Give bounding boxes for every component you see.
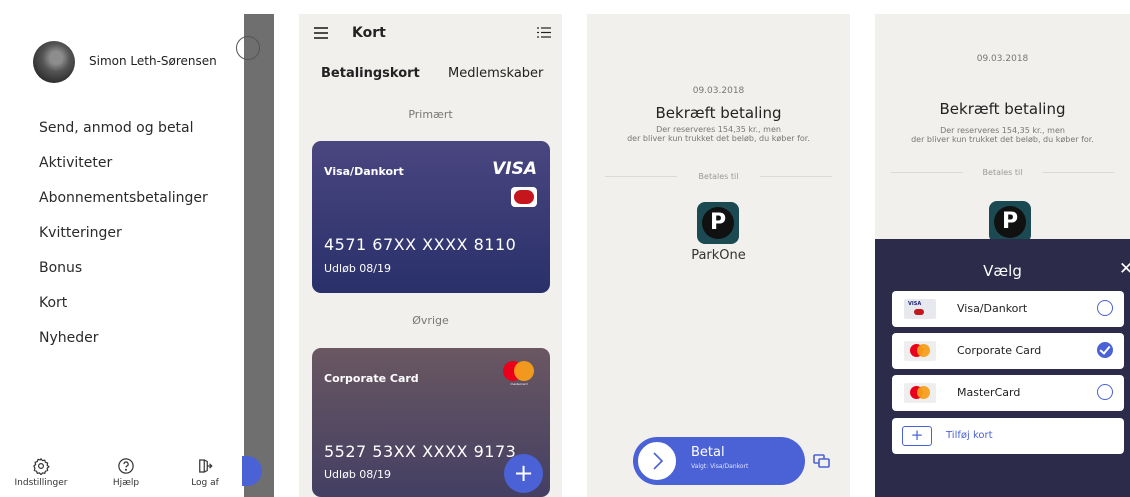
drawer-menu: Send, anmod og betal Aktiviteter Abonnem… (39, 118, 208, 363)
reservation-note-line: Der reserveres 154,35 kr., men (656, 125, 781, 134)
radio-button[interactable] (1097, 384, 1113, 400)
choose-card-screen: 09.03.2018 Bekræft betaling Der reserver… (875, 14, 1130, 497)
card-name: Visa/Dankort (324, 165, 404, 178)
tab-payment-cards[interactable]: Betalingskort (321, 66, 420, 81)
radio-button-checked[interactable] (1097, 342, 1113, 358)
reservation-note: Der reserveres 154,35 kr., men der blive… (587, 125, 850, 143)
user-name: Simon Leth-Sørensen (89, 54, 217, 68)
logout-icon (199, 459, 213, 473)
payment-date: 09.03.2018 (692, 86, 745, 96)
option-mastercard[interactable]: MasterCard (892, 375, 1124, 411)
cards-screen: Kort Betalingskort Medlemskaber Primært … (299, 14, 562, 497)
dankort-logo-icon (511, 187, 537, 207)
menu-item-bonus[interactable]: Bonus (39, 258, 208, 293)
chevron-right-icon (653, 452, 664, 470)
pay-to-label: Betales til (982, 168, 1023, 177)
navigation-drawer: Simon Leth-Sørensen Send, anmod og betal… (8, 14, 274, 497)
section-other: Øvrige (412, 314, 449, 327)
mastercard-logo-text: mastercard (510, 382, 528, 386)
reservation-note: Der reserveres 154,35 kr., men der blive… (875, 126, 1130, 144)
pay-to-label: Betales til (698, 172, 739, 181)
switch-card-icon[interactable] (813, 453, 831, 469)
option-corporate-card[interactable]: Corporate Card (892, 333, 1124, 369)
option-visa-dankort[interactable]: VISA Visa/Dankort (892, 291, 1124, 327)
reservation-note-line: der bliver kun trukket det beløb, du køb… (911, 135, 1094, 144)
background-screen-overlay[interactable] (236, 14, 274, 497)
confirm-payment-screen: 09.03.2018 Bekræft betaling Der reserver… (587, 14, 850, 497)
card-name: Corporate Card (324, 372, 419, 385)
slider-handle[interactable] (637, 441, 677, 481)
add-card-label: Tilføj kort (946, 430, 993, 441)
merchant-logo: P (989, 201, 1031, 243)
pay-slider-button[interactable]: Betal Valgt: Visa/Dankort (633, 437, 805, 485)
settings-button[interactable]: Indstillinger (11, 457, 71, 488)
menu-item-activities[interactable]: Aktiviteter (39, 153, 208, 188)
card-number: 4571 67XX XXXX 8110 (324, 235, 517, 254)
list-icon[interactable] (537, 26, 551, 39)
merchant-logo-letter: P (702, 207, 734, 239)
help-icon (118, 458, 134, 474)
gear-icon (33, 457, 50, 475)
option-label: Visa/Dankort (957, 302, 1028, 315)
page-title: Kort (352, 25, 386, 41)
help-button[interactable]: Hjælp (96, 457, 156, 488)
card-visa-dankort[interactable]: Visa/Dankort VISA 4571 67XX XXXX 8110 Ud… (312, 141, 550, 293)
merchant-logo-letter: P (994, 206, 1026, 238)
add-card-button[interactable]: + (504, 454, 543, 493)
add-card-row[interactable]: + Tilføj kort (892, 418, 1124, 454)
radio-button[interactable] (1097, 300, 1113, 316)
section-primary: Primært (408, 108, 453, 121)
reservation-note-line: Der reserveres 154,35 kr., men (940, 126, 1065, 135)
logout-button[interactable]: Log af (175, 457, 235, 488)
option-label: MasterCard (957, 386, 1021, 399)
page-title: Bekræft betaling (655, 104, 782, 122)
plus-icon: + (902, 426, 932, 446)
menu-item-subscriptions[interactable]: Abonnementsbetalinger (39, 188, 208, 223)
merchant-name: ParkOne (691, 248, 746, 263)
reservation-note-line: der bliver kun trukket det beløb, du køb… (627, 134, 810, 143)
logout-label: Log af (191, 478, 219, 488)
tab-memberships[interactable]: Medlemskaber (448, 66, 543, 81)
settings-label: Indstillinger (14, 478, 68, 488)
option-label: Corporate Card (957, 344, 1042, 357)
mastercard-logo-icon: mastercard (501, 359, 537, 387)
selected-card-label: Valgt: Visa/Dankort (691, 463, 749, 470)
card-number: 5527 53XX XXXX 9173 (324, 442, 517, 461)
pay-label: Betal (691, 445, 725, 460)
sheet-title: Vælg (983, 262, 1022, 280)
dimmed-fab (242, 456, 262, 486)
payment-date: 09.03.2018 (976, 54, 1029, 64)
help-label: Hjælp (112, 478, 140, 488)
choose-card-sheet: Vælg ✕ VISA Visa/Dankort Corporate Card … (875, 239, 1130, 497)
avatar[interactable] (33, 41, 75, 83)
page-title: Bekræft betaling (939, 100, 1066, 118)
card-expiry: Udløb 08/19 (324, 468, 391, 481)
menu-item-send[interactable]: Send, anmod og betal (39, 118, 208, 153)
visa-logo: VISA (492, 159, 537, 179)
merchant-logo: P (697, 202, 739, 244)
mastercard-icon (904, 341, 936, 361)
mastercard-icon (904, 383, 936, 403)
hamburger-menu-icon[interactable] (313, 26, 329, 40)
card-expiry: Udløb 08/19 (324, 262, 391, 275)
visa-dankort-icon: VISA (904, 299, 936, 319)
dimmed-button (236, 36, 260, 60)
close-icon[interactable]: ✕ (1119, 259, 1130, 279)
menu-item-cards[interactable]: Kort (39, 293, 208, 328)
menu-item-receipts[interactable]: Kvitteringer (39, 223, 208, 258)
menu-item-news[interactable]: Nyheder (39, 328, 208, 363)
